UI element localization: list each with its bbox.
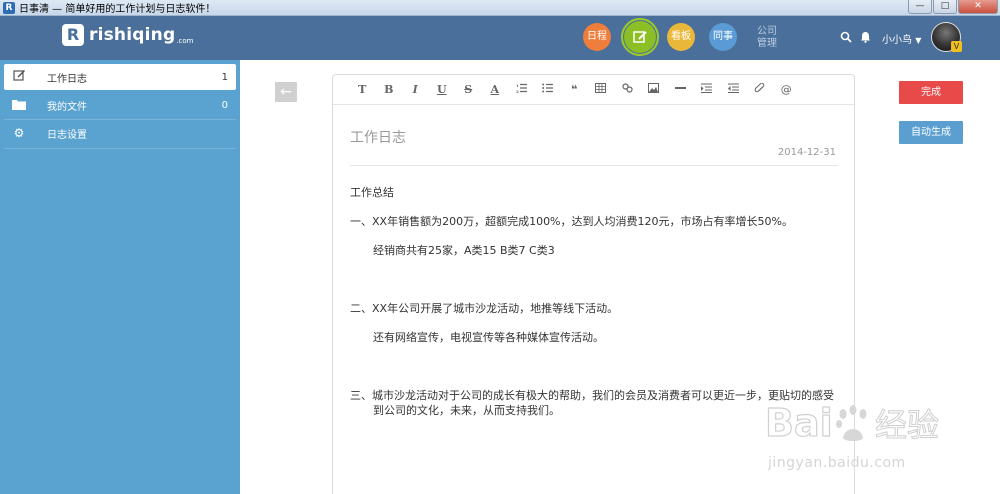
underline-icon[interactable]: U (429, 83, 456, 96)
nav-colleague-button[interactable]: 同事 (709, 23, 737, 51)
done-button[interactable]: 完成 (899, 81, 963, 104)
mention-icon[interactable]: @ (773, 83, 800, 96)
nav-schedule-button[interactable]: 日程 (583, 23, 611, 51)
vip-badge: V (951, 41, 962, 52)
body-paragraph: 经销商共有25家，A类15 B类7 C类3 (373, 244, 555, 257)
quote-icon[interactable]: ❝ (561, 83, 588, 96)
watermark-logo-text: 经验 (875, 406, 939, 444)
watermark-logo: Bai 经验 (765, 400, 940, 445)
sidebar-item-count: 1 (221, 71, 228, 83)
svg-text:Bai: Bai (765, 401, 833, 445)
sidebar: 工作日志 1 我的文件 0 ⚙ 日志设置 (0, 60, 240, 494)
window-title-bar: R 日事清 — 简单好用的工作计划与日志软件！ — □ ✕ (0, 0, 1000, 16)
body-paragraph: 二、XX年公司开展了城市沙龙活动，地推等线下活动。 (350, 302, 619, 315)
edit-icon (633, 31, 647, 43)
nav-journal-button[interactable] (624, 21, 656, 53)
sidebar-item-journal-settings[interactable]: ⚙ 日志设置 (4, 120, 236, 146)
back-button[interactable]: ← (275, 82, 297, 102)
gear-icon: ⚙ (13, 126, 25, 140)
bold-icon[interactable]: B (376, 83, 403, 96)
table-icon[interactable] (588, 83, 615, 96)
window-title: 日事清 — 简单好用的工作计划与日志软件！ (19, 4, 216, 15)
sidebar-item-count: 0 (221, 99, 228, 111)
app-icon: R (3, 1, 15, 14)
nav-board-button[interactable]: 看板 (667, 23, 695, 51)
nav-company-management[interactable]: 公司管理 (757, 26, 779, 50)
svg-text:1: 1 (516, 83, 519, 88)
app-header: R rishiqing .com 日程 看板 同事 公司管理 小小鸟 ▼ V (0, 16, 1000, 60)
body-heading: 工作总结 (350, 186, 394, 199)
sidebar-item-label: 日志设置 (47, 129, 87, 141)
user-menu[interactable]: 小小鸟 ▼ (882, 31, 921, 46)
window-controls: — □ ✕ (907, 0, 998, 14)
body-paragraph: 一、XX年销售额为200万，超额完成100%，达到人均消费120元，市场占有率增… (350, 215, 793, 228)
font-size-icon[interactable]: T (349, 83, 376, 96)
sidebar-item-my-files[interactable]: 我的文件 0 (4, 92, 236, 118)
maximize-button[interactable]: □ (933, 0, 957, 14)
logo-suffix: .com (176, 37, 194, 45)
minimize-button[interactable]: — (908, 0, 932, 14)
sidebar-item-work-journal[interactable]: 工作日志 1 (4, 64, 236, 90)
chevron-down-icon: ▼ (915, 36, 922, 45)
svg-text:2: 2 (516, 89, 519, 93)
auto-generate-button[interactable]: 自动生成 (899, 121, 963, 144)
title-divider (350, 165, 838, 166)
strikethrough-icon[interactable]: S (455, 83, 482, 96)
unordered-list-icon[interactable] (535, 83, 562, 96)
journal-title[interactable]: 工作日志 (350, 127, 406, 147)
logo-text: rishiqing (89, 25, 176, 45)
search-icon[interactable] (840, 31, 852, 43)
body-paragraph: 还有网络宣传，电视宣传等各种媒体宣传活动。 (373, 331, 604, 344)
journal-date: 2014-12-31 (777, 147, 836, 158)
edit-icon (11, 69, 27, 85)
close-button[interactable]: ✕ (958, 0, 998, 14)
logo[interactable]: R rishiqing .com (62, 24, 194, 46)
outdent-icon[interactable] (720, 83, 747, 96)
italic-icon[interactable]: I (402, 83, 429, 96)
indent-icon[interactable] (694, 83, 721, 96)
sidebar-divider (4, 148, 236, 149)
bell-icon[interactable] (860, 31, 871, 43)
editor-toolbar: T B I U S A 12 ❝ @ (333, 75, 854, 105)
image-icon[interactable] (641, 83, 668, 96)
arrow-left-icon: ← (280, 84, 292, 100)
horizontal-rule-icon[interactable] (667, 83, 694, 96)
journal-body[interactable]: 工作总结 一、XX年销售额为200万，超额完成100%，达到人均消费120元，市… (350, 185, 840, 432)
sidebar-item-label: 工作日志 (47, 73, 87, 85)
watermark-url: jingyan.baidu.com (768, 455, 906, 471)
folder-icon (11, 98, 27, 113)
sidebar-item-label: 我的文件 (47, 101, 87, 113)
logo-mark-icon: R (62, 24, 84, 46)
user-name: 小小鸟 (882, 35, 912, 46)
ordered-list-icon[interactable]: 12 (508, 83, 535, 96)
font-color-icon[interactable]: A (482, 83, 509, 96)
attachment-icon[interactable] (747, 82, 774, 97)
link-icon[interactable] (614, 83, 641, 96)
